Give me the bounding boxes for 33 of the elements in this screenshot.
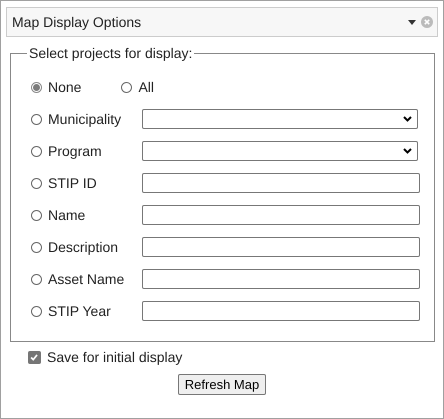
chevron-icon (403, 148, 412, 154)
radio-label: All (138, 79, 154, 95)
checkbox[interactable] (28, 350, 41, 364)
radio-label: Program (48, 143, 103, 159)
caret-icon[interactable] (408, 20, 416, 24)
input-field[interactable] (142, 269, 420, 289)
radio-button[interactable] (121, 82, 132, 92)
chevron-icon (403, 116, 412, 122)
input-field[interactable] (142, 173, 420, 193)
radio-label: Description (48, 239, 120, 255)
radio-button[interactable] (31, 146, 42, 156)
radio-label: Name (48, 207, 86, 223)
radio-button[interactable] (31, 242, 42, 252)
radio-button[interactable] (31, 82, 42, 92)
refresh-map-button[interactable]: Refresh Map (178, 374, 266, 395)
radio-button[interactable] (31, 178, 42, 188)
radio-label: STIP Year (48, 303, 112, 319)
dropdown-field[interactable] (142, 109, 418, 129)
dropdown-field[interactable] (142, 141, 418, 161)
input-field[interactable] (142, 237, 420, 257)
radio-button[interactable] (31, 274, 42, 284)
input-field[interactable] (142, 205, 420, 225)
radio-label: Asset Name (48, 271, 126, 287)
checkbox-label: Save for initial display (47, 349, 182, 365)
panel-title: Map Display Options (12, 14, 142, 30)
radio-button[interactable] (31, 306, 42, 316)
radio-label: STIP ID (48, 175, 98, 191)
input-field[interactable] (142, 301, 420, 321)
radio-button[interactable] (31, 210, 42, 220)
radio-label: None (48, 79, 82, 95)
fieldset-legend: Select projects for display: (27, 45, 194, 61)
radio-label: Municipality (48, 111, 122, 127)
radio-button[interactable] (31, 114, 42, 124)
